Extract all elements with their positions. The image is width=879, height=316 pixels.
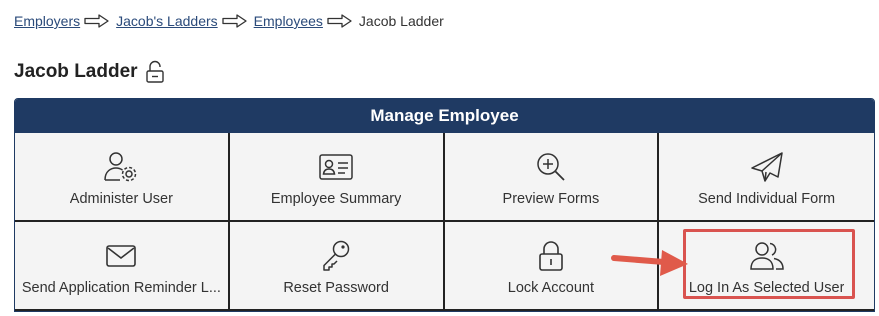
breadcrumb-link-employees[interactable]: Employees (254, 13, 323, 29)
lock-icon (533, 240, 569, 272)
tile-preview-forms[interactable]: Preview Forms (444, 133, 660, 222)
arrow-right-outline-icon (222, 14, 250, 28)
tile-label: Log In As Selected User (688, 280, 845, 296)
tile-label: Send Application Reminder L... (21, 280, 221, 296)
tile-label: Reset Password (283, 280, 389, 296)
tile-send-individual-form[interactable]: Send Individual Form (659, 133, 874, 222)
breadcrumb: Employers Jacob's Ladders Employees Jaco… (14, 13, 444, 29)
envelope-icon (103, 240, 139, 272)
tile-label: Lock Account (507, 280, 594, 296)
user-gear-icon (103, 151, 139, 183)
key-icon (318, 240, 354, 272)
tile-employee-summary[interactable]: Employee Summary (229, 133, 445, 222)
tile-label: Send Individual Form (698, 191, 836, 207)
paper-plane-icon (749, 151, 785, 183)
zoom-in-icon (533, 151, 569, 183)
tile-reset-password[interactable]: Reset Password (229, 222, 445, 311)
arrow-right-outline-icon (84, 14, 112, 28)
arrow-right-outline-icon (327, 14, 355, 28)
breadcrumb-current: Jacob Ladder (358, 13, 444, 29)
lock-open-icon[interactable] (144, 60, 166, 84)
tile-label: Preview Forms (502, 191, 600, 207)
tile-label: Administer User (69, 191, 173, 207)
tile-grid: Administer User Employee Summary Preview… (15, 133, 874, 311)
tile-send-application-reminder[interactable]: Send Application Reminder L... (15, 222, 230, 311)
annotation-arrow-icon (610, 246, 692, 278)
manage-employee-panel: Manage Employee Administer User Employee… (14, 98, 875, 312)
title-row: Jacob Ladder (14, 60, 166, 84)
breadcrumb-link-employers[interactable]: Employers (14, 13, 80, 29)
id-card-icon (318, 151, 354, 183)
tile-administer-user[interactable]: Administer User (15, 133, 230, 222)
panel-header: Manage Employee (15, 99, 874, 133)
breadcrumb-link-jacobs-ladders[interactable]: Jacob's Ladders (116, 13, 218, 29)
users-icon (749, 240, 785, 272)
tile-label: Employee Summary (270, 191, 402, 207)
page-title: Jacob Ladder (14, 61, 138, 82)
